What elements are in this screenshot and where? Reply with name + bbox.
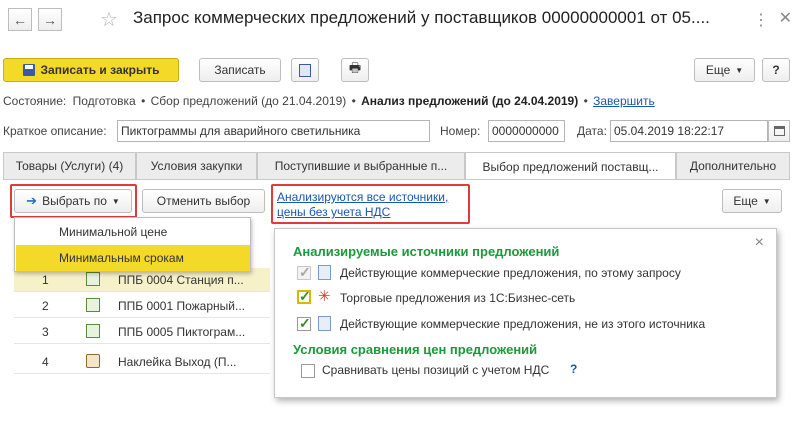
sources-popup: × Анализируемые источники предложений ✓ … [274,228,777,398]
vat-checkbox[interactable] [301,364,315,378]
help-button[interactable]: ? [762,58,790,82]
inner-more-button[interactable]: Еще ▼ [722,189,782,213]
description-field[interactable]: Пиктограммы для аварийного светильника [117,120,430,142]
save-and-close-label: Записать и закрыть [40,63,160,77]
tab-goods-label: Товары (Услуги) (4) [15,159,124,173]
save-button[interactable]: Записать [199,58,281,82]
favorite-star-icon[interactable]: ☆ [100,7,118,32]
table-row[interactable]: 4 Наклейка Выход (П... [14,350,270,374]
save-label: Записать [214,63,266,77]
finish-link[interactable]: Завершить [593,94,655,108]
vat-label: Сравнивать цены позиций с учетом НДС [322,363,550,377]
status-step-collect: Сбор предложений (до 21.04.2019) [150,94,347,108]
menu-item-min-terms-label: Минимальным срокам [59,251,184,265]
row-number: 2 [42,299,49,313]
source1-label: Действующие коммерческие предложения, по… [340,266,681,280]
status-separator: • [141,94,146,108]
price-conditions-heading: Условия сравнения цен предложений [293,342,538,357]
check-icon: ✓ [299,288,311,304]
description-label: Краткое описание: [3,124,107,138]
menu-item-min-terms[interactable]: Минимальным срокам [16,245,250,271]
tab-additional-label: Дополнительно [689,159,777,173]
row-text: ППБ 0001 Пожарный... [118,299,245,313]
table-row[interactable]: 3 ППБ 0005 Пиктограм... [14,320,270,344]
select-by-dropdown: Минимальной цене Минимальным срокам [14,217,251,272]
table-icon [86,298,100,312]
structure-button[interactable] [291,58,319,82]
more-label: Еще [705,63,731,77]
sources-link-highlight [271,184,470,224]
document-icon [318,316,331,331]
tab-received[interactable]: Поступившие и выбранные п... [257,152,465,179]
row-number: 4 [42,355,49,369]
arrow-right-icon: → [43,11,57,28]
save-and-close-button[interactable]: Записать и закрыть [3,58,179,82]
date-field[interactable]: 05.04.2019 18:22:17 [610,120,768,142]
cancel-selection-button[interactable]: Отменить выбор [142,189,265,213]
status-line: Состояние: Подготовка • Сбор предложений… [3,94,655,108]
forward-button[interactable]: → [38,8,62,31]
tab-goods[interactable]: Товары (Услуги) (4) [3,152,136,179]
row-text: Наклейка Выход (П... [118,355,237,369]
source3-label: Действующие коммерческие предложения, не… [340,317,706,331]
menu-item-min-price[interactable]: Минимальной цене [59,225,167,239]
tab-purchase-terms-label: Условия закупки [150,159,243,173]
popup-close-icon[interactable]: × [755,234,764,252]
table-icon [86,324,100,338]
select-by-highlight [10,184,137,218]
tab-additional[interactable]: Дополнительно [676,152,790,179]
tab-received-label: Поступившие и выбранные п... [274,159,448,173]
table-row[interactable]: 2 ППБ 0001 Пожарный... [14,294,270,318]
source1-checkbox: ✓ [297,264,311,280]
status-step-prep: Подготовка [72,94,136,108]
row-text: ППБ 0004 Станция п... [118,273,244,287]
window-title: Запрос коммерческих предложений у постав… [133,8,710,27]
status-separator: • [583,94,588,108]
row-text: ППБ 0005 Пиктограм... [118,325,246,339]
cancel-selection-label: Отменить выбор [156,194,251,208]
row-number: 3 [42,325,49,339]
tab-panel-border [3,179,790,180]
table-icon [86,272,100,286]
vat-help-icon[interactable]: ? [570,362,577,376]
printer-icon: 🖶 [348,60,362,75]
status-label: Состояние: [3,94,67,108]
calendar-icon [773,126,785,136]
number-field[interactable]: 0000000000 [488,120,565,142]
number-label: Номер: [440,124,481,138]
status-separator: • [351,94,356,108]
arrow-left-icon: ← [13,11,27,28]
close-window-icon[interactable]: ✕ [779,8,792,28]
structure-icon [299,63,311,77]
help-label: ? [772,63,780,77]
source2-checkbox[interactable]: ✓ [297,288,311,304]
floppy-icon [22,64,35,76]
check-icon: ✓ [299,264,311,280]
inner-more-label: Еще [733,194,758,208]
calendar-button[interactable] [768,120,790,142]
caret-down-icon: ▼ [762,196,771,206]
sources-heading: Анализируемые источники предложений [293,244,560,259]
tab-select-offers[interactable]: Выбор предложений поставщ... [465,152,676,180]
tab-select-offers-label: Выбор предложений поставщ... [482,159,659,174]
sticker-icon [86,354,100,368]
more-dots-icon[interactable]: ⋮ [753,10,770,30]
source2-label: Торговые предложения из 1С:Бизнес-сеть [340,291,576,305]
source3-checkbox[interactable]: ✓ [297,315,311,331]
more-button[interactable]: Еще ▼ [694,58,755,82]
status-step-analysis: Анализ предложений (до 24.04.2019) [361,94,579,108]
document-icon [318,265,331,280]
caret-down-icon: ▼ [735,65,744,75]
business-network-icon: ✳ [318,288,331,305]
tab-purchase-terms[interactable]: Условия закупки [136,152,257,179]
back-button[interactable]: ← [8,8,32,31]
print-button[interactable]: 🖶 [341,58,369,82]
row-number: 1 [42,273,49,287]
check-icon: ✓ [299,315,311,331]
date-label: Дата: [577,124,607,138]
